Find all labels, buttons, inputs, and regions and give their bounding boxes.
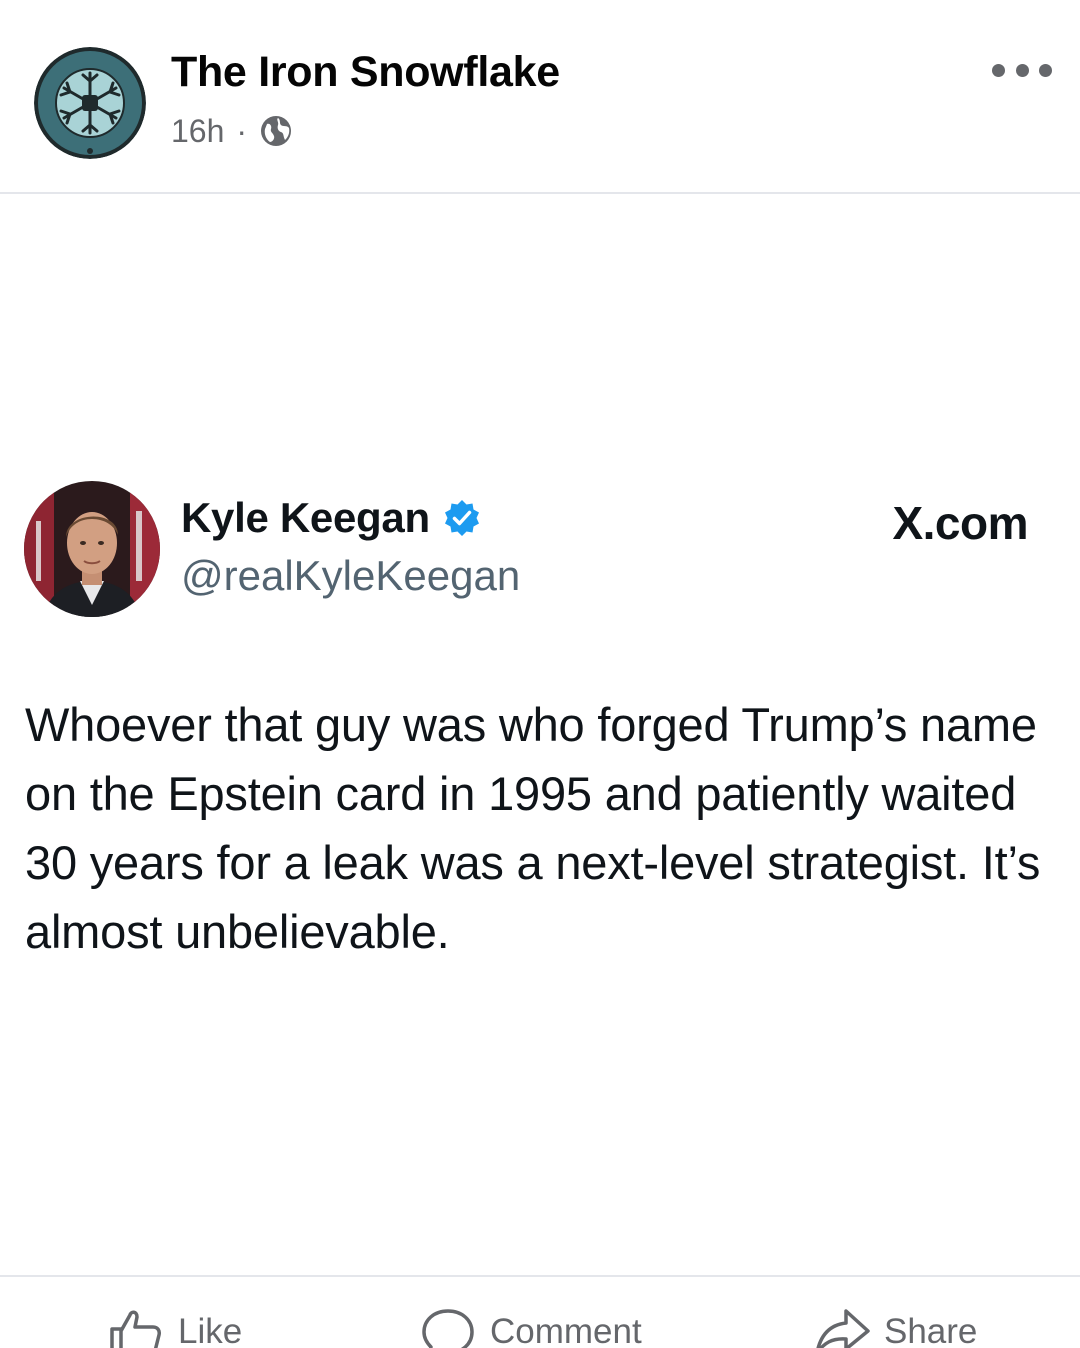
- verified-badge-icon: [442, 498, 482, 538]
- tweet-author: Kyle Keegan: [181, 494, 482, 542]
- post-meta: 16h ·: [171, 110, 293, 152]
- tweet-author-handle: @realKyleKeegan: [181, 552, 521, 599]
- post-action-bar: Like Comment Share: [0, 1275, 1080, 1348]
- comment-bubble-icon: [422, 1309, 474, 1348]
- like-label: Like: [178, 1312, 243, 1348]
- share-button[interactable]: Share: [814, 1307, 977, 1348]
- page-avatar[interactable]: [34, 47, 146, 159]
- more-options-icon[interactable]: [992, 56, 1052, 84]
- share-arrow-icon: [816, 1309, 870, 1348]
- post-header: The Iron Snowflake 16h ·: [0, 0, 1080, 194]
- share-label: Share: [884, 1312, 978, 1348]
- thumbs-up-icon: [110, 1310, 161, 1348]
- tweet-author-avatar: [24, 481, 160, 617]
- more-dot: [992, 63, 1005, 77]
- more-dot: [1015, 63, 1029, 77]
- globe-icon[interactable]: [259, 114, 293, 148]
- tweet-author-name: Kyle Keegan: [181, 494, 430, 541]
- comment-button[interactable]: Comment: [420, 1307, 642, 1348]
- post-time[interactable]: 16h: [171, 113, 224, 150]
- more-dot: [1039, 63, 1052, 77]
- iron-snowflake-logo: [34, 47, 146, 159]
- comment-label: Comment: [490, 1312, 642, 1348]
- page-name[interactable]: The Iron Snowflake: [171, 48, 560, 97]
- meta-separator: ·: [236, 112, 248, 149]
- tweet-source-label: X.com: [892, 497, 1028, 549]
- tweet-text: Whoever that guy was who forged Trump’s …: [25, 698, 1041, 958]
- like-button[interactable]: Like: [108, 1307, 242, 1348]
